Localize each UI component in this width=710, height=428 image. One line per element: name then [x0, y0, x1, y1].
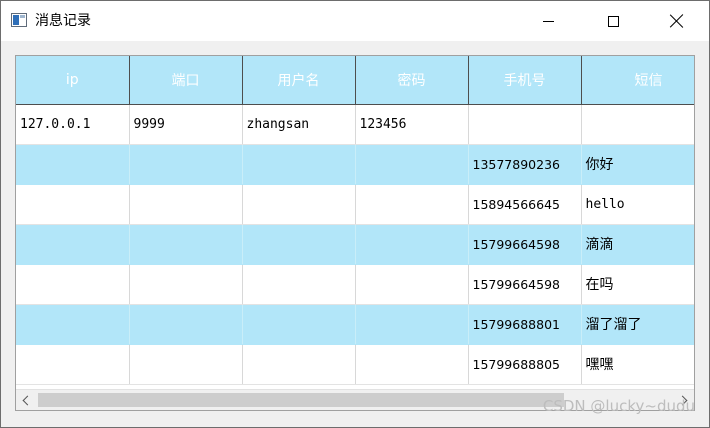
- cell-password[interactable]: [355, 184, 469, 225]
- header-port[interactable]: 端口: [129, 56, 243, 105]
- window-title: 消息记录: [35, 13, 91, 29]
- message-log-window: 消息记录 ip 端口 用户名 密码 手机号 短信 127.0.0.1 9999 …: [0, 0, 710, 428]
- table-row[interactable]: 13577890236 你好: [16, 144, 694, 185]
- cell-username[interactable]: [242, 184, 356, 225]
- cell-password[interactable]: 123456: [355, 104, 469, 145]
- cell-username[interactable]: [242, 144, 356, 185]
- header-sms[interactable]: 短信: [581, 56, 694, 105]
- cell-ip[interactable]: [16, 344, 130, 385]
- cell-password[interactable]: [355, 344, 469, 385]
- header-ip[interactable]: ip: [16, 56, 130, 105]
- scroll-left-button[interactable]: [16, 390, 36, 410]
- cell-username[interactable]: zhangsan: [242, 104, 356, 145]
- cell-password[interactable]: [355, 264, 469, 305]
- cell-password[interactable]: [355, 304, 469, 345]
- table-row[interactable]: 15799664598 滴滴: [16, 224, 694, 265]
- cell-ip[interactable]: [16, 144, 130, 185]
- table-header-row: ip 端口 用户名 密码 手机号 短信: [16, 56, 694, 105]
- cell-phone[interactable]: 15799688801: [468, 304, 582, 345]
- cell-port[interactable]: [129, 344, 243, 385]
- maximize-button[interactable]: [590, 1, 636, 41]
- cell-phone[interactable]: 15894566645: [468, 184, 582, 225]
- cell-sms[interactable]: 你好: [581, 144, 694, 185]
- cell-phone[interactable]: 15799688805: [468, 344, 582, 385]
- message-table[interactable]: ip 端口 用户名 密码 手机号 短信 127.0.0.1 9999 zhang…: [15, 55, 695, 411]
- cell-ip[interactable]: [16, 304, 130, 345]
- title-bar[interactable]: 消息记录: [1, 1, 709, 41]
- close-icon: [670, 14, 684, 28]
- cell-username[interactable]: [242, 264, 356, 305]
- cell-phone[interactable]: 15799664598: [468, 224, 582, 265]
- cell-ip[interactable]: [16, 224, 130, 265]
- cell-ip[interactable]: 127.0.0.1: [16, 104, 130, 145]
- chevron-left-icon: [22, 395, 33, 405]
- cell-sms[interactable]: hello: [581, 184, 694, 225]
- table-row[interactable]: 15799688805 嘿嘿: [16, 344, 694, 385]
- header-username[interactable]: 用户名: [242, 56, 356, 105]
- table-row[interactable]: 15799688801 溜了溜了: [16, 304, 694, 345]
- header-password[interactable]: 密码: [355, 56, 469, 105]
- cell-password[interactable]: [355, 144, 469, 185]
- cell-port[interactable]: [129, 184, 243, 225]
- header-phone[interactable]: 手机号: [468, 56, 582, 105]
- app-window-icon: [11, 13, 27, 27]
- cell-port[interactable]: [129, 144, 243, 185]
- cell-username[interactable]: [242, 304, 356, 345]
- cell-sms[interactable]: 在吗: [581, 264, 694, 305]
- table-row[interactable]: 127.0.0.1 9999 zhangsan 123456: [16, 104, 694, 145]
- table-row[interactable]: 15894566645 hello: [16, 184, 694, 225]
- cell-port[interactable]: [129, 264, 243, 305]
- minimize-icon: [542, 20, 554, 22]
- cell-port[interactable]: 9999: [129, 104, 243, 145]
- minimize-button[interactable]: [525, 1, 571, 41]
- cell-phone[interactable]: [468, 104, 582, 145]
- cell-ip[interactable]: [16, 184, 130, 225]
- cell-sms[interactable]: 溜了溜了: [581, 304, 694, 345]
- cell-phone[interactable]: 13577890236: [468, 144, 582, 185]
- watermark-text: CSDN @lucky~dudu: [542, 397, 695, 415]
- cell-ip[interactable]: [16, 264, 130, 305]
- cell-sms[interactable]: 嘿嘿: [581, 344, 694, 385]
- cell-port[interactable]: [129, 224, 243, 265]
- cell-sms[interactable]: [581, 104, 694, 145]
- cell-phone[interactable]: 15799664598: [468, 264, 582, 305]
- cell-password[interactable]: [355, 224, 469, 265]
- cell-username[interactable]: [242, 344, 356, 385]
- scrollbar-thumb[interactable]: [38, 393, 564, 407]
- table-row[interactable]: 15799664598 在吗: [16, 264, 694, 305]
- cell-username[interactable]: [242, 224, 356, 265]
- close-button[interactable]: [654, 1, 700, 41]
- cell-sms[interactable]: 滴滴: [581, 224, 694, 265]
- cell-port[interactable]: [129, 304, 243, 345]
- maximize-icon: [607, 15, 619, 27]
